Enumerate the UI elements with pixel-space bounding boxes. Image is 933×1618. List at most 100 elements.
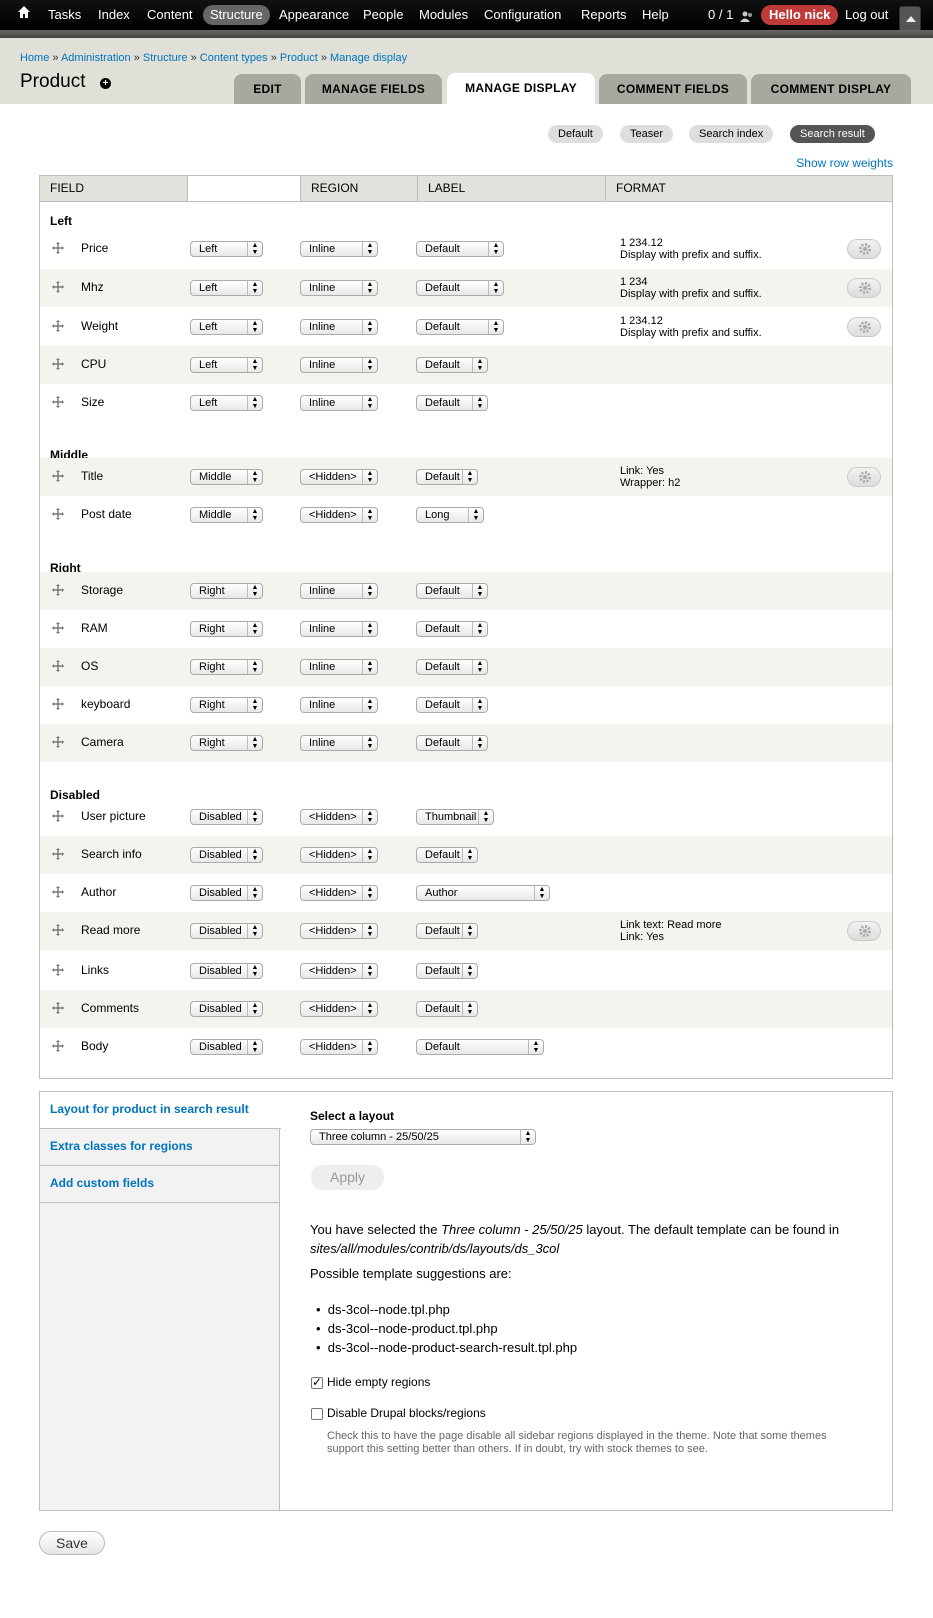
drag-handle-icon[interactable] [52, 1002, 64, 1014]
drag-handle-icon[interactable] [52, 281, 64, 293]
drag-handle-icon[interactable] [52, 964, 64, 976]
format-select[interactable]: Author ▲ ▼ [416, 885, 550, 901]
label-select[interactable]: Inline ▲ ▼ [300, 395, 378, 411]
breadcrumb-administration[interactable]: Administration [61, 52, 131, 64]
format-select[interactable]: Default ▲ ▼ [416, 357, 488, 373]
drag-handle-icon[interactable] [52, 886, 64, 898]
region-select[interactable]: Disabled ▲ ▼ [190, 847, 263, 863]
label-select[interactable]: Inline ▲ ▼ [300, 357, 378, 373]
subtab-default[interactable]: Default [548, 125, 603, 143]
label-select[interactable]: <Hidden> ▲ ▼ [300, 847, 378, 863]
region-select[interactable]: Disabled ▲ ▼ [190, 1001, 263, 1017]
label-select[interactable]: <Hidden> ▲ ▼ [300, 1001, 378, 1017]
format-select[interactable]: Default ▲ ▼ [416, 469, 478, 485]
drag-handle-icon[interactable] [52, 810, 64, 822]
breadcrumb-product[interactable]: Product [280, 52, 318, 64]
subtab-search-result[interactable]: Search result [790, 125, 875, 143]
toolbar-reports[interactable]: Reports [581, 5, 627, 25]
drag-handle-icon[interactable] [52, 584, 64, 596]
tab-manage-display[interactable]: MANAGE DISPLAY [447, 73, 595, 104]
tab-comment-display[interactable]: COMMENT DISPLAY [751, 74, 911, 104]
label-select[interactable]: <Hidden> ▲ ▼ [300, 885, 378, 901]
label-select[interactable]: Inline ▲ ▼ [300, 659, 378, 675]
toolbar-help[interactable]: Help [642, 5, 669, 25]
label-select[interactable]: Inline ▲ ▼ [300, 280, 378, 296]
format-select[interactable]: Default ▲ ▼ [416, 241, 504, 257]
label-select[interactable]: Inline ▲ ▼ [300, 583, 378, 599]
toolbar-modules[interactable]: Modules [419, 5, 468, 25]
region-select[interactable]: Right ▲ ▼ [190, 735, 263, 751]
region-select[interactable]: Right ▲ ▼ [190, 697, 263, 713]
region-select[interactable]: Left ▲ ▼ [190, 395, 263, 411]
format-select[interactable]: Default ▲ ▼ [416, 395, 488, 411]
show-row-weights-link[interactable]: Show row weights [796, 156, 893, 170]
tab-manage-fields[interactable]: MANAGE FIELDS [305, 74, 442, 104]
subtab-search-index[interactable]: Search index [689, 125, 774, 143]
format-settings-button[interactable] [847, 467, 881, 487]
label-select[interactable]: Inline ▲ ▼ [300, 319, 378, 335]
tab-edit[interactable]: EDIT [234, 74, 301, 104]
toolbar-content[interactable]: Content [147, 5, 193, 25]
format-select[interactable]: Long ▲ ▼ [416, 507, 484, 523]
label-select[interactable]: Inline ▲ ▼ [300, 621, 378, 637]
drag-handle-icon[interactable] [52, 622, 64, 634]
region-select[interactable]: Left ▲ ▼ [190, 241, 263, 257]
format-select[interactable]: Default ▲ ▼ [416, 659, 488, 675]
format-select[interactable]: Default ▲ ▼ [416, 735, 488, 751]
format-select[interactable]: Default ▲ ▼ [416, 923, 478, 939]
vtab-extra-classes[interactable]: Extra classes for regions [40, 1129, 279, 1166]
toolbar-structure[interactable]: Structure [203, 5, 270, 25]
format-select[interactable]: Default ▲ ▼ [416, 280, 504, 296]
region-select[interactable]: Middle ▲ ▼ [190, 507, 263, 523]
save-button[interactable]: Save [39, 1531, 105, 1555]
region-select[interactable]: Right ▲ ▼ [190, 659, 263, 675]
user-greeting[interactable]: Hello nick [761, 5, 839, 25]
drag-handle-icon[interactable] [52, 698, 64, 710]
toolbar-appearance[interactable]: Appearance [279, 5, 349, 25]
label-select[interactable]: Inline ▲ ▼ [300, 735, 378, 751]
region-select[interactable]: Disabled ▲ ▼ [190, 885, 263, 901]
subtab-teaser[interactable]: Teaser [620, 125, 674, 143]
region-select[interactable]: Disabled ▲ ▼ [190, 923, 263, 939]
toolbar-people[interactable]: People [363, 5, 403, 25]
breadcrumb-content-types[interactable]: Content types [200, 52, 268, 64]
region-select[interactable]: Left ▲ ▼ [190, 280, 263, 296]
format-settings-button[interactable] [847, 921, 881, 941]
toolbar-tasks[interactable]: Tasks [48, 5, 81, 25]
region-select[interactable]: Left ▲ ▼ [190, 319, 263, 335]
region-select[interactable]: Middle ▲ ▼ [190, 469, 263, 485]
breadcrumb-structure[interactable]: Structure [143, 52, 188, 64]
region-select[interactable]: Right ▲ ▼ [190, 583, 263, 599]
drag-handle-icon[interactable] [52, 320, 64, 332]
drag-handle-icon[interactable] [52, 358, 64, 370]
format-select[interactable]: Default ▲ ▼ [416, 1001, 478, 1017]
format-select[interactable]: Default ▲ ▼ [416, 847, 478, 863]
label-select[interactable]: <Hidden> ▲ ▼ [300, 469, 378, 485]
region-select[interactable]: Disabled ▲ ▼ [190, 809, 263, 825]
region-select[interactable]: Left ▲ ▼ [190, 357, 263, 373]
label-select[interactable]: <Hidden> ▲ ▼ [300, 507, 378, 523]
label-select[interactable]: <Hidden> ▲ ▼ [300, 809, 378, 825]
region-select[interactable]: Disabled ▲ ▼ [190, 963, 263, 979]
drag-handle-icon[interactable] [52, 848, 64, 860]
drag-handle-icon[interactable] [52, 660, 64, 672]
format-select[interactable]: Default ▲ ▼ [416, 621, 488, 637]
label-select[interactable]: <Hidden> ▲ ▼ [300, 923, 378, 939]
breadcrumb-manage-display[interactable]: Manage display [330, 52, 407, 64]
layout-select[interactable]: Three column - 25/50/25 ▲ ▼ [310, 1129, 536, 1145]
label-select[interactable]: <Hidden> ▲ ▼ [300, 963, 378, 979]
format-settings-button[interactable] [847, 278, 881, 298]
format-select[interactable]: Default ▲ ▼ [416, 963, 478, 979]
add-shortcut-icon[interactable]: + [100, 78, 111, 89]
drag-handle-icon[interactable] [52, 242, 64, 254]
drag-handle-icon[interactable] [52, 396, 64, 408]
apply-button[interactable]: Apply [311, 1165, 384, 1190]
drag-handle-icon[interactable] [52, 508, 64, 520]
logout-link[interactable]: Log out [845, 5, 888, 25]
disable-blocks-checkbox[interactable] [311, 1408, 323, 1420]
vtab-layout[interactable]: Layout for product in search result [40, 1092, 281, 1129]
format-settings-button[interactable] [847, 317, 881, 337]
format-select[interactable]: Default ▲ ▼ [416, 319, 504, 335]
format-settings-button[interactable] [847, 239, 881, 259]
format-select[interactable]: Default ▲ ▼ [416, 583, 488, 599]
